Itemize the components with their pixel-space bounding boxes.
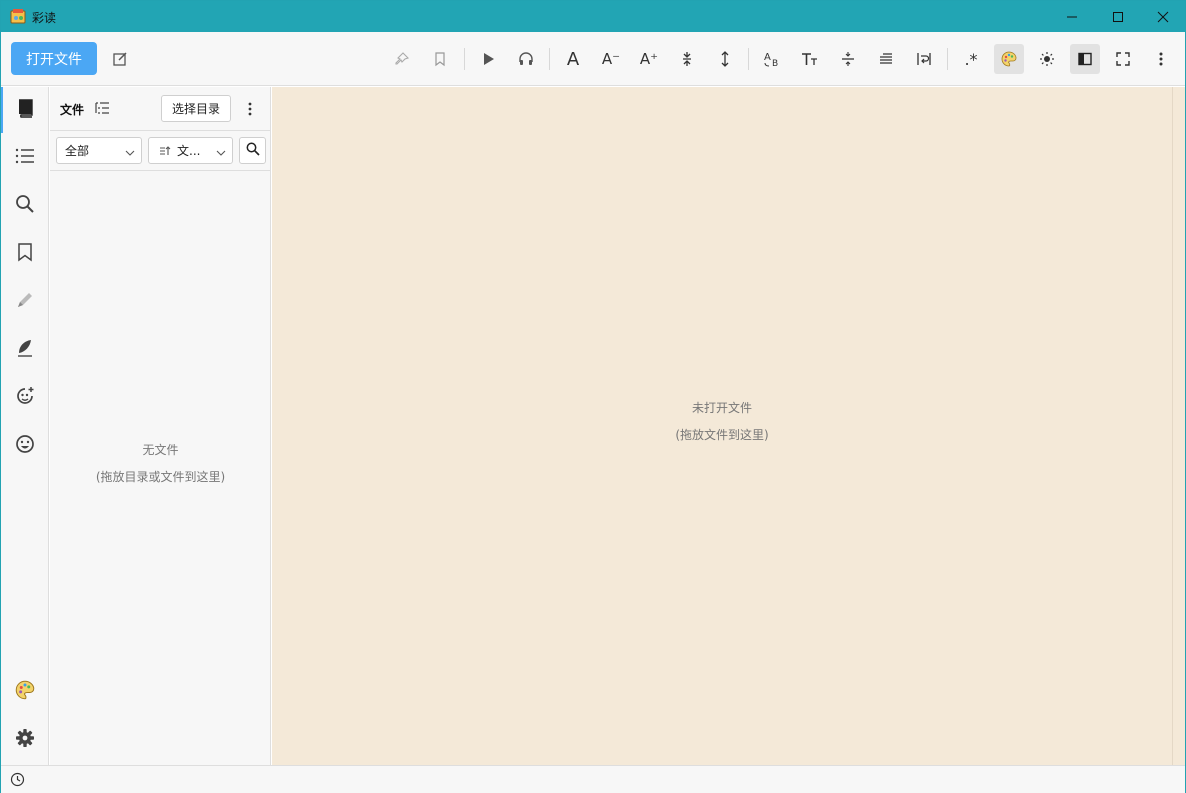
panel-more-icon[interactable] — [240, 98, 260, 120]
sort-icon — [159, 145, 171, 157]
toolbar: 打开文件 A A⁻ A⁺ AB .* — [1, 32, 1185, 86]
filter-select[interactable]: 全部 — [56, 137, 142, 164]
reader-empty-hint: (拖放文件到这里) — [675, 428, 769, 442]
svg-text:A: A — [764, 52, 771, 63]
bookmark-icon — [17, 242, 33, 266]
status-bar — [1, 765, 1185, 793]
sidebar-item-settings[interactable] — [1, 717, 49, 763]
title-bar[interactable]: 彩读 — [1, 1, 1185, 32]
search-button[interactable] — [239, 137, 266, 164]
sidebar-item-bookmarks[interactable] — [1, 231, 49, 277]
app-window: 彩读 打开文件 A A⁻ A⁺ A B .* 文件 选择目录 全部 文... 无… — [0, 0, 1186, 793]
empty-files-hint: (拖放目录或文件到这里) — [95, 470, 226, 484]
line-expand-icon[interactable] — [710, 44, 740, 74]
chevron-down-icon — [216, 146, 226, 160]
pin-icon[interactable] — [387, 44, 417, 74]
headphones-icon[interactable] — [511, 44, 541, 74]
minimize-button[interactable] — [1049, 1, 1095, 32]
window-title: 彩读 — [32, 11, 57, 25]
font-icon[interactable]: A — [558, 44, 588, 74]
toolbar-divider — [549, 48, 550, 70]
open-file-button[interactable]: 打开文件 — [11, 42, 97, 75]
app-logo-icon — [10, 8, 26, 24]
chevron-down-icon — [125, 146, 135, 160]
brightness-icon[interactable] — [1032, 44, 1062, 74]
convert-icon[interactable]: AB — [757, 44, 787, 74]
text-size-icon[interactable] — [795, 44, 825, 74]
list-view-icon[interactable] — [94, 101, 110, 119]
empty-files-title: 无文件 — [142, 443, 179, 457]
sidebar-item-highlights[interactable] — [1, 279, 49, 325]
library-icon — [16, 98, 34, 122]
align-icon[interactable] — [871, 44, 901, 74]
edit-icon[interactable] — [105, 44, 135, 74]
toolbar-divider — [464, 48, 465, 70]
more-icon[interactable] — [1146, 44, 1176, 74]
emoji-icon — [15, 434, 35, 458]
font-decrease-icon[interactable]: A⁻ — [596, 44, 626, 74]
reader-scrollbar[interactable] — [1172, 87, 1185, 765]
maximize-button[interactable] — [1095, 1, 1141, 32]
toolbar-divider — [947, 48, 948, 70]
file-panel: 文件 选择目录 全部 文... 无文件 (拖放目录或文件到这里) — [50, 87, 271, 765]
font-increase-icon[interactable]: A⁺ — [634, 44, 664, 74]
sidebar-item-notes[interactable] — [1, 327, 49, 373]
wrap-icon[interactable] — [909, 44, 939, 74]
filter-row: 全部 文... — [50, 131, 271, 171]
sidebar-item-search[interactable] — [1, 183, 49, 229]
play-icon[interactable] — [473, 44, 503, 74]
sidebar-toggle-icon[interactable] — [1070, 44, 1100, 74]
fullscreen-icon[interactable] — [1108, 44, 1138, 74]
palette-icon — [15, 680, 35, 704]
sidebar-item-palette[interactable] — [1, 669, 49, 715]
search-icon — [15, 194, 35, 218]
sidebar-item-emoji[interactable] — [1, 423, 49, 469]
sidebar-item-toc[interactable] — [1, 135, 49, 181]
toolbar-divider — [748, 48, 749, 70]
sidebar-rail — [1, 87, 49, 765]
choose-directory-button[interactable]: 选择目录 — [161, 95, 231, 122]
regex-icon[interactable]: .* — [956, 44, 986, 74]
filter-select-value: 全部 — [65, 144, 90, 158]
ai-icon — [15, 386, 35, 410]
settings-icon — [15, 728, 35, 752]
search-icon — [246, 142, 260, 160]
highlight-icon — [15, 290, 35, 314]
close-button[interactable] — [1140, 1, 1186, 32]
svg-text:B: B — [772, 59, 778, 67]
clock-icon[interactable] — [10, 772, 25, 791]
reader-area[interactable]: 未打开文件 (拖放文件到这里) — [272, 87, 1172, 765]
file-panel-header: 文件 选择目录 — [50, 87, 271, 131]
bookmark-icon[interactable] — [425, 44, 455, 74]
toc-icon — [15, 148, 35, 168]
sort-select[interactable]: 文... — [148, 137, 233, 164]
palette-icon[interactable] — [994, 44, 1024, 74]
reader-empty-title: 未打开文件 — [691, 401, 752, 415]
sidebar-item-library[interactable] — [1, 87, 49, 133]
sort-select-value: 文... — [177, 144, 201, 158]
sidebar-item-ai[interactable] — [1, 375, 49, 421]
note-icon — [15, 338, 35, 362]
divider-icon[interactable] — [833, 44, 863, 74]
line-compress-icon[interactable] — [672, 44, 702, 74]
file-panel-title: 文件 — [60, 103, 85, 117]
